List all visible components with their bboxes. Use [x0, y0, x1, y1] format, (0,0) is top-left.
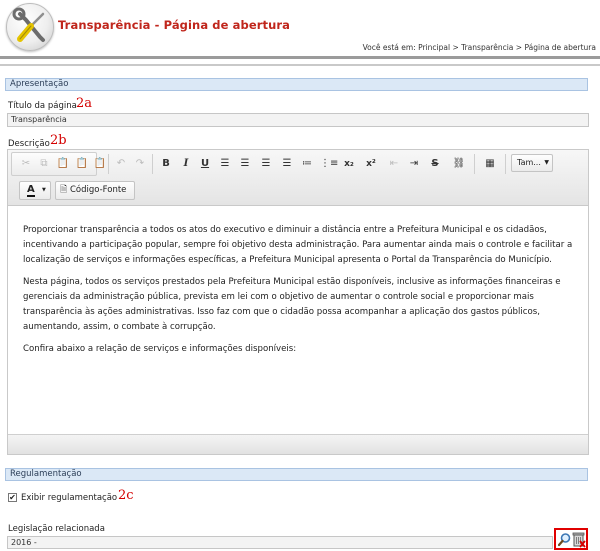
underline-icon[interactable]: U [197, 156, 213, 172]
editor-toolbar: ✂ ⧉ 📋 📋 📋 ↶ ↷ B I U ☰ ☰ ☰ ☰ ≔ ⋮≡ x₂ x² ⇤… [8, 150, 588, 206]
superscript-icon[interactable]: x² [363, 156, 379, 172]
font-color-icon: A [27, 184, 35, 197]
source-code-label: Código-Fonte [69, 185, 127, 195]
annotation-2b: 2b [50, 133, 67, 148]
paste-icon[interactable]: 📋 [55, 156, 71, 172]
toolbar-separator [108, 154, 109, 174]
chevron-down-icon: ▼ [544, 159, 549, 166]
align-left-icon[interactable]: ☰ [217, 156, 233, 172]
editor-statusbar [8, 434, 588, 454]
font-size-label: Tam... [517, 158, 541, 167]
page-header: Transparência - Página de abertura Você … [0, 0, 600, 58]
indent-icon[interactable]: ⇥ [406, 156, 422, 172]
strikethrough-icon[interactable]: S [427, 156, 443, 172]
table-icon[interactable]: ▦ [480, 156, 500, 172]
section-apresentacao: Apresentação [5, 78, 588, 91]
tools-icon [6, 3, 54, 51]
editor-content[interactable]: Proporcionar transparência a todos os at… [8, 207, 588, 433]
paste-text-icon[interactable]: 📋 [74, 156, 90, 172]
breadcrumb: Você está em: Principal > Transparência … [362, 43, 596, 52]
paste-word-icon[interactable]: 📋 [92, 156, 108, 172]
toolbar-separator [474, 154, 475, 174]
outdent-icon[interactable]: ⇤ [386, 156, 402, 172]
delete-icon[interactable] [572, 531, 586, 548]
bold-icon[interactable]: B [158, 156, 174, 172]
source-icon: 🗎 [60, 185, 68, 195]
font-color-button[interactable]: A ▼ [19, 181, 51, 200]
rich-text-editor: ✂ ⧉ 📋 📋 📋 ↶ ↷ B I U ☰ ☰ ☰ ☰ ≔ ⋮≡ x₂ x² ⇤… [7, 149, 589, 455]
descricao-label: Descrição [8, 139, 50, 149]
search-icon[interactable] [557, 532, 571, 548]
annotation-2c: 2c [118, 488, 134, 503]
header-divider-secondary [0, 64, 600, 66]
copy-icon[interactable]: ⧉ [36, 156, 52, 172]
legislacao-field[interactable]: 2016 - [7, 536, 553, 549]
justify-icon[interactable]: ☰ [279, 156, 295, 172]
toolbar-separator [505, 154, 506, 174]
align-right-icon[interactable]: ☰ [258, 156, 274, 172]
bullet-list-icon[interactable]: ≔ [299, 156, 315, 172]
content-paragraph: Proporcionar transparência a todos os at… [23, 225, 573, 265]
page-title: Transparência - Página de abertura [58, 18, 291, 32]
titulo-label: Título da página [8, 101, 77, 111]
undo-icon[interactable]: ↶ [113, 156, 129, 172]
redo-icon[interactable]: ↷ [132, 156, 148, 172]
exibir-regulamentacao-label: Exibir regulamentação [21, 493, 118, 503]
align-center-icon[interactable]: ☰ [237, 156, 253, 172]
annotation-2a: 2a [76, 96, 93, 111]
numbered-list-icon[interactable]: ⋮≡ [320, 156, 338, 172]
highlight-box [554, 528, 588, 550]
toolbar-separator [152, 154, 153, 174]
titulo-input[interactable]: Transparência [7, 113, 589, 127]
font-size-dropdown[interactable]: Tam... ▼ [511, 154, 553, 172]
source-code-button[interactable]: 🗎 Código-Fonte [55, 181, 135, 200]
header-divider [0, 56, 600, 59]
exibir-regulamentacao-checkbox[interactable]: ✔ [8, 493, 17, 502]
legislacao-label: Legislação relacionada [8, 524, 105, 534]
content-paragraph: Nesta página, todos os serviços prestado… [23, 277, 561, 332]
subscript-icon[interactable]: x₂ [341, 156, 357, 172]
link-icon[interactable]: ⛓ [451, 156, 467, 172]
content-paragraph: Confira abaixo a relação de serviços e i… [23, 344, 297, 354]
section-regulamentacao: Regulamentação [5, 468, 588, 481]
cut-icon[interactable]: ✂ [18, 156, 34, 172]
chevron-down-icon: ▼ [42, 187, 46, 193]
italic-icon[interactable]: I [178, 156, 194, 172]
